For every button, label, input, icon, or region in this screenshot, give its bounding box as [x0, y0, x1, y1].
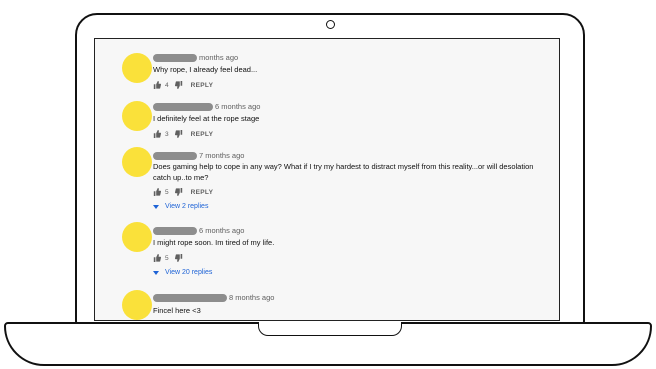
- comment-text: Fincel here <3: [153, 306, 201, 315]
- comment-time[interactable]: 6 months ago: [199, 226, 244, 235]
- redacted-username[interactable]: [153, 53, 197, 62]
- comment-time[interactable]: 7 months ago: [199, 151, 244, 160]
- comment-text: I might rope soon. Im tired of my life.: [153, 238, 275, 247]
- view-replies-label[interactable]: View 20 replies: [165, 269, 212, 276]
- comment-actions: 5 REPLY: [153, 188, 213, 196]
- comment-header: 6 months ago: [153, 226, 244, 235]
- comment-time[interactable]: months ago: [199, 53, 238, 62]
- view-replies-link[interactable]: View 20 replies: [153, 269, 212, 276]
- comment-text: Does gaming help to cope in any way? Wha…: [153, 162, 534, 182]
- comment-header: 8 months ago: [153, 293, 274, 302]
- reply-button[interactable]: REPLY: [191, 189, 214, 196]
- comment-actions: 3 REPLY: [153, 130, 213, 138]
- comment-header: 7 months ago: [153, 151, 244, 160]
- avatar[interactable]: [122, 53, 152, 83]
- comments-screen: months ago Why rope, I already feel dead…: [94, 38, 560, 321]
- avatar[interactable]: [122, 290, 152, 320]
- comment-text: Why rope, I already feel dead...: [153, 65, 258, 74]
- reply-button[interactable]: REPLY: [191, 131, 214, 138]
- thumbs-up-icon[interactable]: [153, 254, 161, 262]
- thumbs-down-icon[interactable]: [174, 254, 183, 262]
- caret-down-icon: [153, 270, 159, 275]
- caret-down-icon: [153, 204, 159, 209]
- comment-time[interactable]: 8 months ago: [229, 293, 274, 302]
- thumbs-up-icon[interactable]: [153, 81, 161, 89]
- comment-header: months ago: [153, 53, 238, 62]
- redacted-username[interactable]: [153, 226, 197, 235]
- thumbs-down-icon[interactable]: [174, 81, 183, 89]
- redacted-username[interactable]: [153, 151, 197, 160]
- comment-header: 6 months ago: [153, 102, 260, 111]
- comment-actions: 5: [153, 254, 183, 262]
- reply-button[interactable]: REPLY: [191, 82, 214, 89]
- thumbs-up-icon[interactable]: [153, 130, 161, 138]
- thumbs-up-icon[interactable]: [153, 188, 161, 196]
- laptop-notch: [258, 322, 402, 336]
- like-count: 4: [165, 81, 169, 89]
- avatar[interactable]: [122, 222, 152, 252]
- thumbs-down-icon[interactable]: [174, 130, 183, 138]
- like-count: 3: [165, 130, 169, 138]
- view-replies-link[interactable]: View 2 replies: [153, 203, 208, 210]
- thumbs-down-icon[interactable]: [174, 188, 183, 196]
- avatar[interactable]: [122, 101, 152, 131]
- comment-actions: 4 REPLY: [153, 81, 213, 89]
- comment-time[interactable]: 6 months ago: [215, 102, 260, 111]
- redacted-username[interactable]: [153, 293, 227, 302]
- avatar[interactable]: [122, 147, 152, 177]
- view-replies-label[interactable]: View 2 replies: [165, 203, 208, 210]
- like-count: 5: [165, 188, 169, 196]
- like-count: 5: [165, 254, 169, 262]
- redacted-username[interactable]: [153, 102, 213, 111]
- comment-text: I definitely feel at the rope stage: [153, 114, 260, 123]
- camera-icon: [326, 20, 335, 29]
